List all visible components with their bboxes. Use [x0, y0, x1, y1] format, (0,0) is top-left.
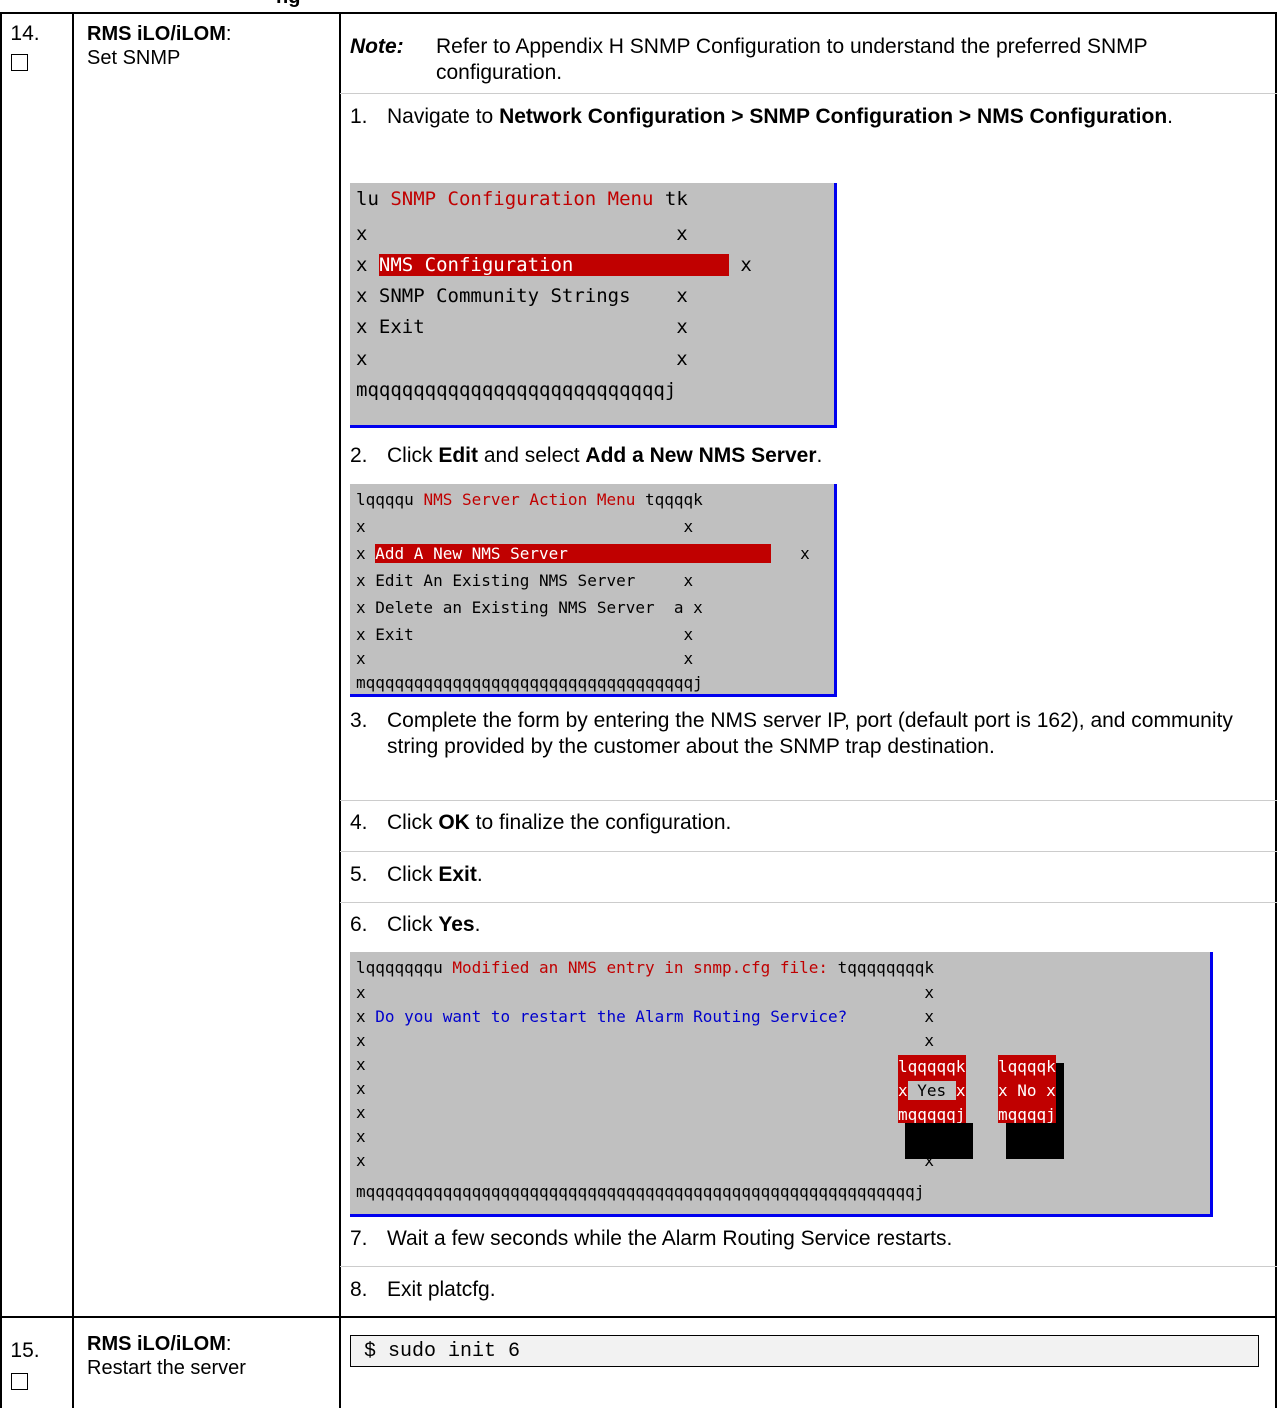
step-number: 14. [10, 22, 40, 45]
no-label: No [1007, 1081, 1047, 1100]
yes-label: Yes [907, 1081, 956, 1100]
menu-option-add-new-nms-server[interactable]: Add A New NMS Server [375, 544, 772, 563]
note-text: Refer to Appendix H SNMP Configuration t… [436, 35, 1148, 84]
step-title: RMS iLO/iLOM: Set SNMP [87, 23, 232, 69]
table-top-border [0, 12, 1277, 14]
separator [340, 1266, 1277, 1267]
step-number: 15. [10, 1339, 40, 1362]
step-checkbox[interactable] [11, 54, 28, 71]
no-button-shadow [1006, 1123, 1064, 1159]
row-divider [0, 1316, 1277, 1318]
menu-title: NMS Server Action Menu [423, 490, 636, 509]
step-title: RMS iLO/iLOM: Restart the server [87, 1333, 246, 1379]
separator [340, 800, 1277, 801]
yes-button[interactable]: lqqqqqk x Yes x mqqqqqj [898, 1055, 966, 1124]
menu-option-exit[interactable]: Exit [379, 316, 425, 338]
yes-button-shadow [905, 1123, 973, 1159]
nms-server-action-menu: lqqqqu NMS Server Action Menu tqqqqk x x… [350, 484, 837, 697]
note-label: Note: [350, 35, 404, 58]
menu-option-nms-configuration[interactable]: NMS Configuration [378, 254, 729, 276]
no-button[interactable]: lqqqqk x No x mqqqqj [998, 1055, 1056, 1124]
separator [340, 93, 1277, 94]
menu-option-edit-nms-server[interactable]: Edit An Existing NMS Server [375, 571, 635, 590]
menu-option-snmp-community-strings[interactable]: SNMP Community Strings [379, 285, 631, 307]
list-item: 3. Complete the form by entering the NMS… [350, 709, 1233, 758]
menu-option-exit[interactable]: Exit [375, 625, 414, 644]
command-box: $ sudo init 6 [350, 1335, 1259, 1367]
col-divider-2 [339, 12, 341, 1408]
menu-option-delete-nms-server[interactable]: Delete an Existing NMS Server a [375, 598, 683, 617]
step-checkbox[interactable] [11, 1373, 28, 1390]
dialog-title: Modified an NMS entry in snmp.cfg file: [452, 958, 829, 977]
command-text: $ sudo init 6 [364, 1340, 521, 1363]
restart-confirmation-dialog: lqqqqqqqu Modified an NMS entry in snmp.… [350, 952, 1213, 1217]
header-fragment: ng [276, 0, 300, 9]
table-left-border [0, 12, 2, 1408]
note: Note: Refer to Appendix H SNMP Configura… [350, 34, 1260, 84]
separator [340, 851, 1277, 852]
menu-title: SNMP Configuration Menu [390, 188, 654, 210]
separator [340, 902, 1277, 903]
col-divider-1 [72, 12, 74, 1408]
snmp-configuration-menu: lu SNMP Configuration Menu tk x x x NMS … [350, 183, 837, 428]
list-item: 1. Navigate to Network Configuration > S… [350, 105, 1174, 128]
dialog-question: Do you want to restart the Alarm Routing… [375, 1007, 848, 1026]
